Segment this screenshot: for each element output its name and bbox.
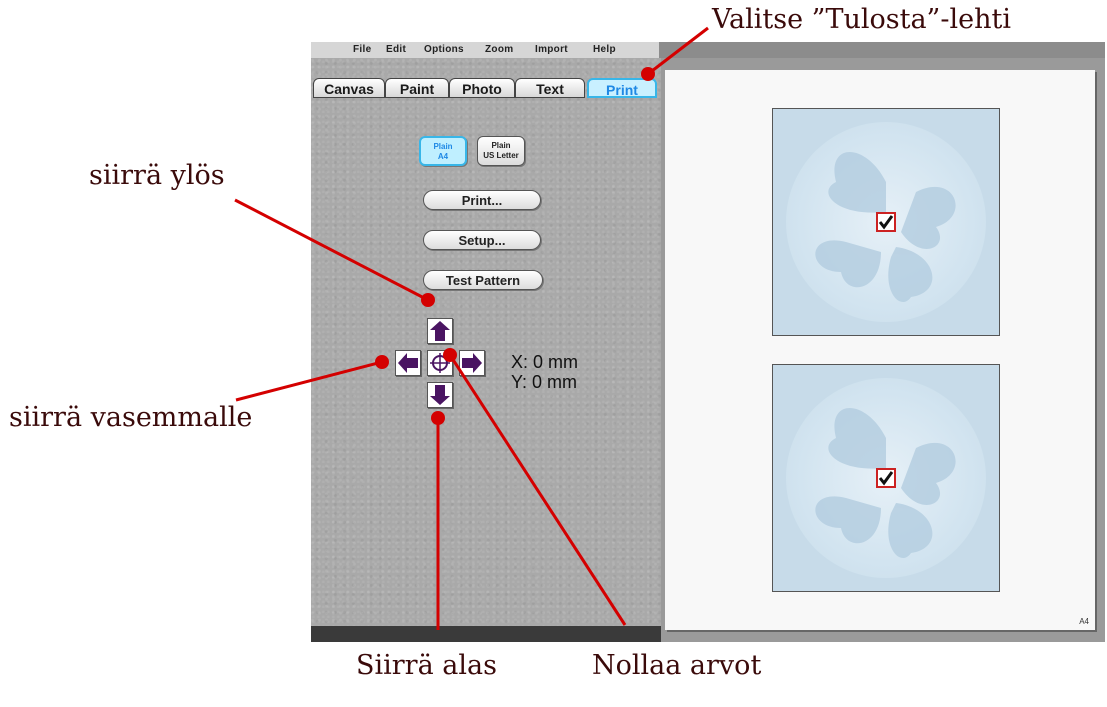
callout-line-move-left <box>235 360 383 402</box>
annotation-move-down: Siirrä alas <box>356 650 497 681</box>
annotation-move-up: siirrä ylös <box>89 160 225 191</box>
callout-dot-move-left <box>375 355 389 369</box>
callout-dot-reset <box>443 348 457 362</box>
annotation-select-print-tab: Valitse ”Tulosta”-lehti <box>712 4 1011 35</box>
callout-line-reset <box>448 354 627 626</box>
annotation-lines <box>234 26 709 630</box>
annotation-move-left: siirrä vasemmalle <box>9 402 253 433</box>
annotation-reset-values: Nollaa arvot <box>592 650 762 681</box>
callout-line-print-tab <box>647 26 709 76</box>
callout-dot-print-tab <box>641 67 655 81</box>
callout-line-move-up <box>234 198 429 302</box>
callout-dot-move-down <box>431 411 445 425</box>
callout-dot-move-up <box>421 293 435 307</box>
